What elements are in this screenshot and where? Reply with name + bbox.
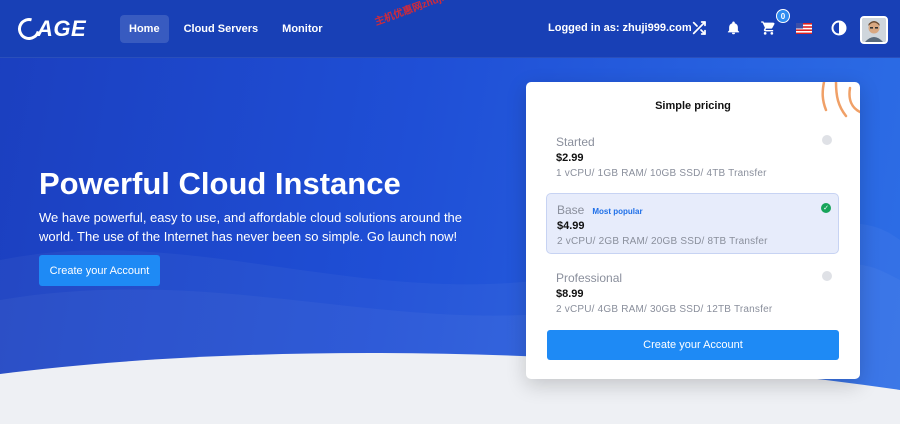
watermark-text: 主机优惠网zhuji999.com [373,0,484,29]
cart-count-badge: 0 [776,9,790,23]
plan-option-professional[interactable]: Professional $8.99 2 vCPU/ 4GB RAM/ 30GB… [546,262,839,323]
shuffle-icon[interactable] [689,18,709,38]
hero-subtitle: We have powerful, easy to use, and affor… [39,210,463,244]
plan-spec: 2 vCPU/ 4GB RAM/ 30GB SSD/ 12TB Transfer [556,304,773,315]
plan-spec: 2 vCPU/ 2GB RAM/ 20GB SSD/ 8TB Transfer [557,236,768,247]
plan-option-base[interactable]: Base Most popular $4.99 2 vCPU/ 2GB RAM/… [546,193,839,254]
plan-radio-checked-icon[interactable]: ✓ [821,203,831,213]
plan-price: $2.99 [556,152,584,164]
hero-create-account-button[interactable]: Create your Account [39,255,160,286]
plan-name: Professional [556,271,623,285]
brand-logo[interactable]: AGE [13,13,87,45]
plan-spec: 1 vCPU/ 1GB RAM/ 10GB SSD/ 4TB Transfer [556,168,767,179]
plan-price: $4.99 [557,220,585,232]
most-popular-badge: Most popular [592,207,643,216]
us-flag-icon[interactable] [794,18,814,38]
pricing-title: Simple pricing [655,100,731,112]
bell-icon[interactable] [723,18,743,38]
nav-item-home[interactable]: Home [120,15,169,43]
pricing-card: Simple pricing Started $2.99 1 vCPU/ 1GB… [526,82,860,379]
plan-name: Started [556,135,595,149]
plan-option-started[interactable]: Started $2.99 1 vCPU/ 1GB RAM/ 10GB SSD/… [546,126,839,187]
cart-icon[interactable] [758,18,778,38]
plan-radio[interactable] [822,135,832,145]
logged-in-label: Logged in as: zhuji999.com [548,22,692,34]
plan-radio[interactable] [822,271,832,281]
main-nav: Home Cloud Servers Monitor [120,15,331,43]
plan-name: Base [557,203,585,217]
plan-price: $8.99 [556,288,584,300]
contrast-icon[interactable] [829,18,849,38]
top-navbar: AGE Home Cloud Servers Monitor 主机优惠网zhuj… [0,0,900,58]
avatar[interactable] [860,16,888,44]
hero-title: Powerful Cloud Instance [39,166,401,201]
logo-text: AGE [37,16,87,41]
nav-item-monitor[interactable]: Monitor [273,15,331,43]
pricing-create-account-button[interactable]: Create your Account [547,330,839,360]
nav-item-cloud-servers[interactable]: Cloud Servers [175,15,268,43]
